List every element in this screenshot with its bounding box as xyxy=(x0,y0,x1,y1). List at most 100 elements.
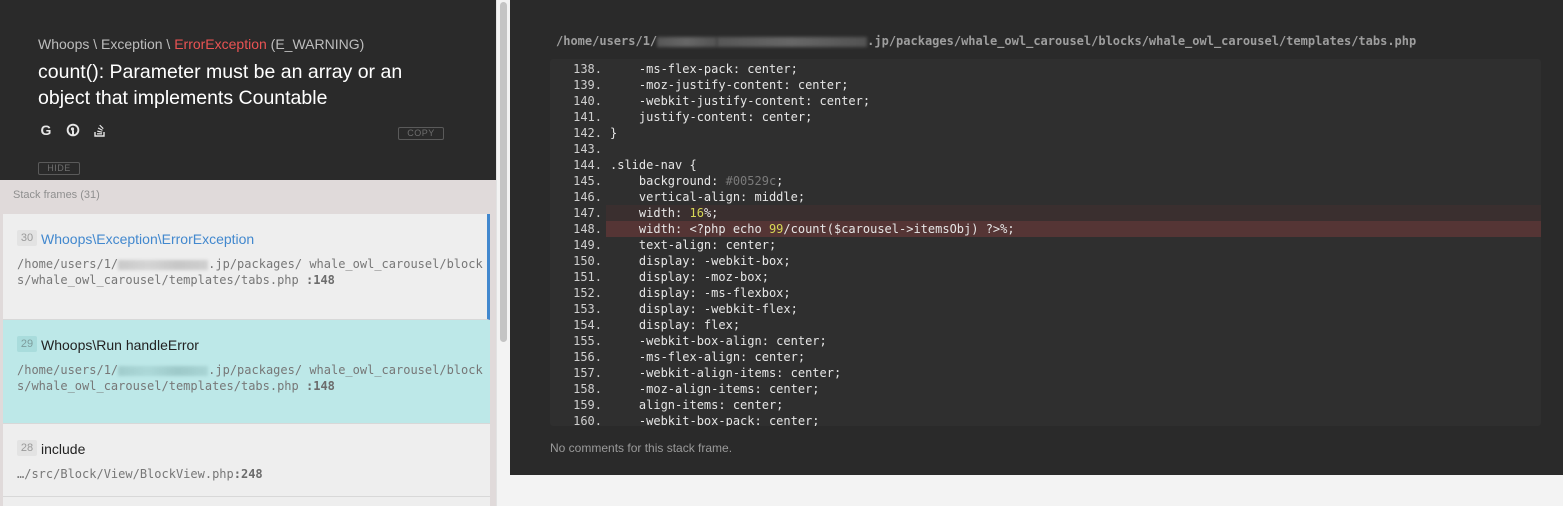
frame-index: 29 xyxy=(17,336,37,352)
scrollbar-thumb[interactable] xyxy=(500,2,507,342)
line-number: 159. xyxy=(573,398,602,412)
code-line: 140. -webkit-justify-content: center; xyxy=(550,93,1541,109)
duckduckgo-icon[interactable] xyxy=(65,122,81,138)
frame-class: include xyxy=(41,441,86,457)
search-icons: G xyxy=(38,122,108,138)
line-source: -ms-flex-align: center; xyxy=(610,350,806,364)
stack-frames-title: Stack frames (31) xyxy=(13,189,100,201)
code-line: 147. width: 16%; xyxy=(550,205,1541,221)
line-source: -moz-align-items: center; xyxy=(610,382,820,396)
line-source: -moz-justify-content: center; xyxy=(610,78,849,92)
code-line: 151. display: -moz-box; xyxy=(550,269,1541,285)
exception-namespace: Whoops \ Exception \ xyxy=(38,36,175,52)
line-source: align-items: center; xyxy=(610,398,784,412)
code-line: 158. -moz-align-items: center; xyxy=(550,381,1541,397)
line-source: display: -webkit-flex; xyxy=(610,302,798,316)
stack-frame[interactable]: 28 include …/src/Block/View/BlockView.ph… xyxy=(3,424,490,497)
exception-type: (E_WARNING) xyxy=(266,36,365,52)
exception-class: Whoops \ Exception \ ErrorException (E_W… xyxy=(38,36,364,52)
exception-header: Whoops \ Exception \ ErrorException (E_W… xyxy=(0,0,496,180)
left-panel: Whoops \ Exception \ ErrorException (E_W… xyxy=(0,0,496,506)
stack-frame[interactable] xyxy=(3,497,490,506)
file-path[interactable]: /home/users/1/.jp/packages/whale_owl_car… xyxy=(556,34,1416,48)
code-line: 143. xyxy=(550,141,1541,157)
frame-index: 30 xyxy=(17,230,37,246)
line-source: justify-content: center; xyxy=(610,110,813,124)
code-line: 149. text-align: center; xyxy=(550,237,1541,253)
code-line: 141. justify-content: center; xyxy=(550,109,1541,125)
line-number: 140. xyxy=(573,94,602,108)
line-number: 145. xyxy=(573,174,602,188)
line-number: 147. xyxy=(573,206,602,220)
code-line: 146. vertical-align: middle; xyxy=(550,189,1541,205)
line-source: width: <?php echo 99/count($carousel->it… xyxy=(606,221,1541,237)
line-source: -webkit-box-pack: center; xyxy=(610,414,820,426)
line-number: 146. xyxy=(573,190,602,204)
code-line: 153. display: -webkit-flex; xyxy=(550,301,1541,317)
frame-file: /home/users/1/.jp/packages/ whale_owl_ca… xyxy=(17,257,483,287)
line-source: display: -moz-box; xyxy=(610,270,769,284)
line-source: width: 16%; xyxy=(606,205,1541,221)
frame-file: …/src/Block/View/BlockView.php:248 xyxy=(17,467,263,481)
code-panel: /home/users/1/.jp/packages/whale_owl_car… xyxy=(510,0,1563,475)
exception-message: count(): Parameter must be an array or a… xyxy=(38,61,403,109)
line-number: 142. xyxy=(573,126,602,140)
line-number: 143. xyxy=(573,142,602,156)
stack-frame-active[interactable]: 29 Whoops\Run handleError /home/users/1/… xyxy=(3,320,490,424)
redacted-text xyxy=(118,365,209,376)
redacted-text xyxy=(717,36,868,47)
code-line: 148. width: <?php echo 99/count($carouse… xyxy=(550,221,1541,237)
code-line: 154. display: flex; xyxy=(550,317,1541,333)
line-source: } xyxy=(610,126,618,140)
line-number: 154. xyxy=(573,318,602,332)
code-line: 160. -webkit-box-pack: center; xyxy=(550,413,1541,426)
line-number: 139. xyxy=(573,78,602,92)
copy-button[interactable]: COPY xyxy=(398,127,444,140)
line-source: text-align: center; xyxy=(610,238,777,252)
line-number: 158. xyxy=(573,382,602,396)
code-line: 150. display: -webkit-box; xyxy=(550,253,1541,269)
line-source: .slide-nav { xyxy=(610,158,697,172)
line-source: vertical-align: middle; xyxy=(610,190,806,204)
line-source: -webkit-align-items: center; xyxy=(610,366,842,380)
code-view: 138. -ms-flex-pack: center; 139. -moz-jus… xyxy=(550,59,1541,426)
line-number: 155. xyxy=(573,334,602,348)
stackoverflow-icon[interactable] xyxy=(92,122,108,138)
line-number: 149. xyxy=(573,238,602,252)
line-number: 152. xyxy=(573,286,602,300)
code-line: 156. -ms-flex-align: center; xyxy=(550,349,1541,365)
line-number: 141. xyxy=(573,110,602,124)
line-source: display: -ms-flexbox; xyxy=(610,286,791,300)
line-source: -webkit-justify-content: center; xyxy=(610,94,871,108)
code-line: 139. -moz-justify-content: center; xyxy=(550,77,1541,93)
line-source: -webkit-box-align: center; xyxy=(610,334,827,348)
code-line: 157. -webkit-align-items: center; xyxy=(550,365,1541,381)
line-number: 144. xyxy=(573,158,602,172)
frame-line: :148 xyxy=(306,273,335,287)
line-number: 156. xyxy=(573,350,602,364)
line-source: display: flex; xyxy=(610,318,741,332)
stack-frame[interactable]: 30 Whoops\Exception\ErrorException /home… xyxy=(3,214,490,320)
code-line: 144. .slide-nav { xyxy=(550,157,1541,173)
scrollbar[interactable] xyxy=(496,0,510,506)
redacted-text xyxy=(118,259,209,270)
redacted-text xyxy=(657,36,718,47)
line-number: 148. xyxy=(573,222,602,236)
google-icon[interactable]: G xyxy=(38,122,54,138)
code-line: 152. display: -ms-flexbox; xyxy=(550,285,1541,301)
line-number: 150. xyxy=(573,254,602,268)
exception-class-name: ErrorException xyxy=(174,36,267,52)
line-source: -ms-flex-pack: center; xyxy=(610,62,798,76)
hide-button[interactable]: HIDE xyxy=(38,162,80,175)
line-source xyxy=(606,141,1541,157)
frame-index: 28 xyxy=(17,440,37,456)
frame-class: Whoops\Exception\ErrorException xyxy=(41,231,255,247)
code-line: 138. -ms-flex-pack: center; xyxy=(550,61,1541,77)
line-source: background: #00529c; xyxy=(610,174,784,188)
frame-line: :148 xyxy=(306,379,335,393)
line-source: display: -webkit-box; xyxy=(610,254,791,268)
frame-line: :248 xyxy=(233,467,263,481)
frame-class: Whoops\Run handleError xyxy=(41,337,199,353)
line-number: 138. xyxy=(573,62,602,76)
code-line: 145. background: #00529c; xyxy=(550,173,1541,189)
